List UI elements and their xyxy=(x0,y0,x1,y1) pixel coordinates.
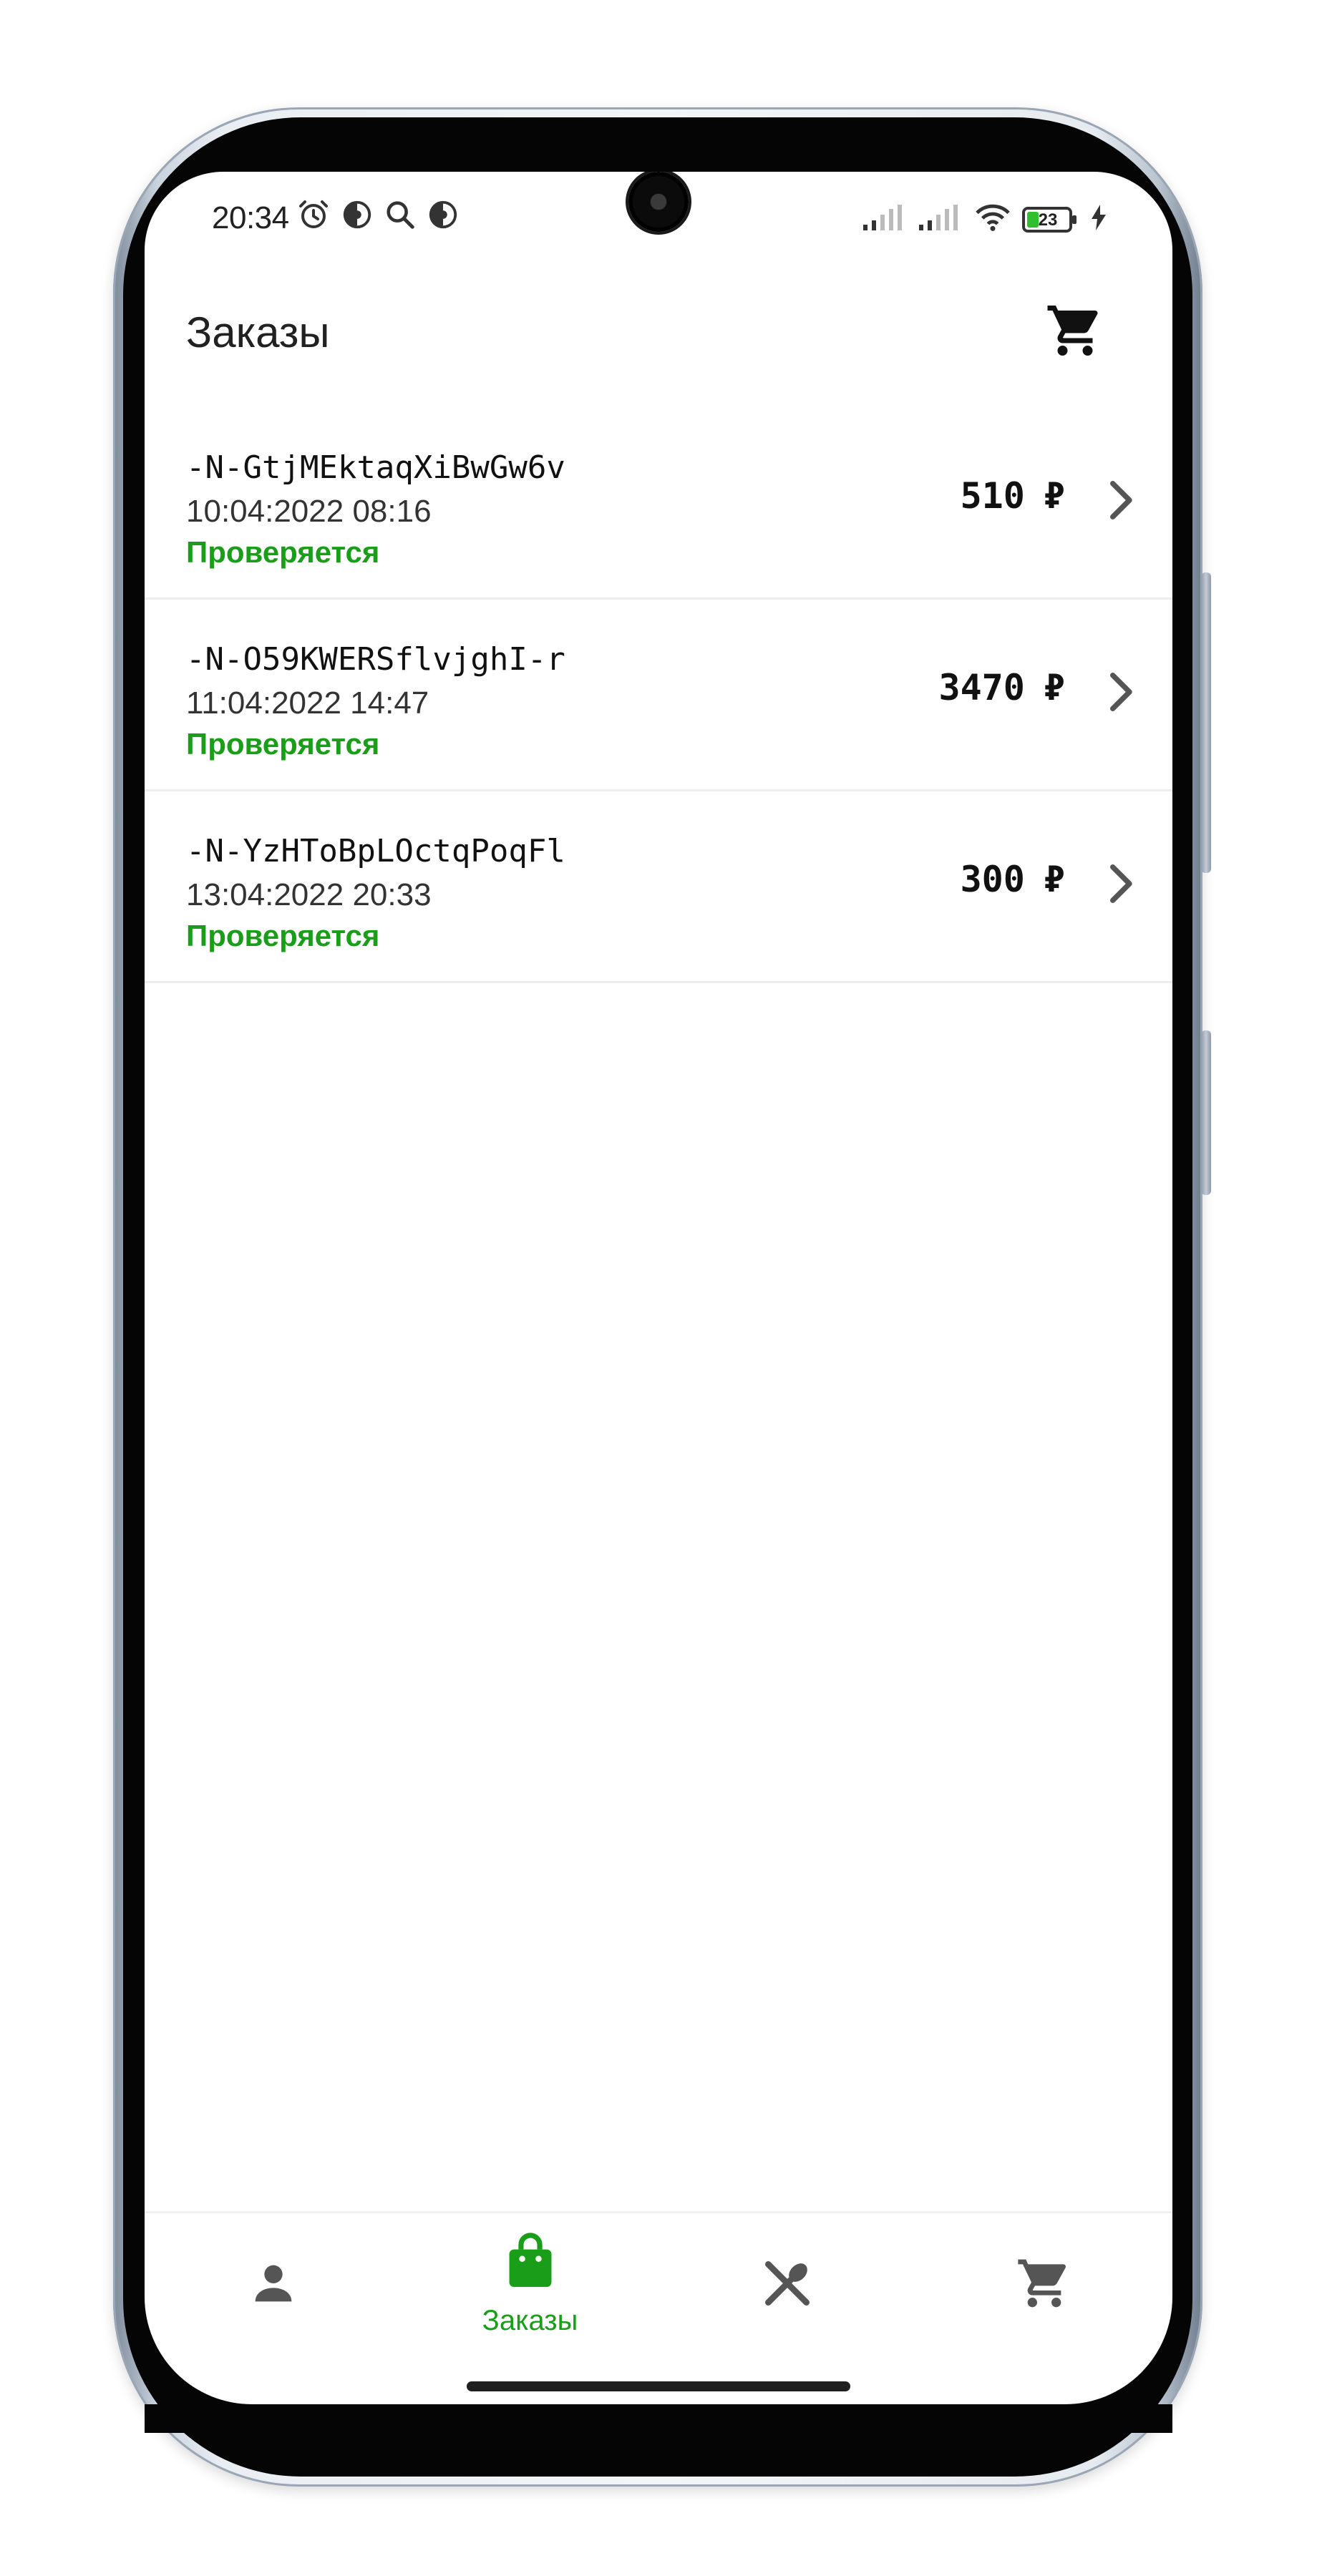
alarm-icon xyxy=(296,197,331,235)
search-icon xyxy=(384,198,417,235)
order-date: 10:04:2022 08:16 xyxy=(186,494,432,529)
status-icons-right: 23 xyxy=(862,202,1108,237)
currency-symbol: ₽ xyxy=(1043,667,1065,708)
cart-icon xyxy=(1045,301,1105,364)
person-icon xyxy=(246,2256,301,2314)
order-status: Проверяется xyxy=(186,727,380,761)
cart-button[interactable] xyxy=(1041,298,1109,366)
volume-button xyxy=(1201,572,1211,873)
shopping-bag-icon xyxy=(505,2233,556,2293)
app-notification-icon xyxy=(427,198,460,235)
nav-item-cart[interactable] xyxy=(915,2213,1172,2356)
front-camera xyxy=(628,172,689,232)
battery-icon: 23 xyxy=(1022,205,1079,234)
nav-item-orders[interactable]: Заказы xyxy=(402,2213,658,2356)
bottom-navigation: Заказы xyxy=(145,2211,1172,2383)
charging-icon xyxy=(1089,203,1108,235)
status-icons-left xyxy=(296,197,460,235)
chevron-right-icon[interactable] xyxy=(1102,667,1142,717)
utensils-icon xyxy=(759,2255,816,2316)
phone-bottom-bezel xyxy=(145,2404,1172,2433)
nav-item-menu[interactable] xyxy=(658,2213,915,2356)
order-price: 300 ₽ xyxy=(961,859,1065,900)
status-bar: 20:34 23 xyxy=(145,172,1172,265)
currency-symbol: ₽ xyxy=(1043,859,1065,900)
order-date: 13:04:2022 20:33 xyxy=(186,877,432,912)
signal-icon xyxy=(918,203,963,235)
status-time: 20:34 xyxy=(212,200,289,235)
battery-level: 23 xyxy=(1038,210,1058,230)
order-date: 11:04:2022 14:47 xyxy=(186,686,429,721)
app-screen: 20:34 23 Заказы -N-GtjMEktaqXiBwGw6v 10:… xyxy=(145,172,1172,2404)
currency-symbol: ₽ xyxy=(1043,475,1065,517)
wifi-icon xyxy=(973,202,1012,237)
order-status: Проверяется xyxy=(186,535,380,569)
app-notification-icon xyxy=(341,198,374,235)
chevron-right-icon[interactable] xyxy=(1102,475,1142,525)
home-indicator[interactable] xyxy=(467,2381,850,2391)
order-row[interactable]: -N-GtjMEktaqXiBwGw6v 10:04:2022 08:16 Пр… xyxy=(145,408,1172,600)
order-price-value: 300 xyxy=(960,859,1025,900)
order-status: Проверяется xyxy=(186,919,380,952)
order-price-value: 3470 xyxy=(938,667,1025,708)
orders-list: -N-GtjMEktaqXiBwGw6v 10:04:2022 08:16 Пр… xyxy=(145,408,1172,983)
chevron-right-icon[interactable] xyxy=(1102,859,1142,909)
order-price: 3470 ₽ xyxy=(938,667,1065,708)
order-row[interactable]: -N-YzHToBpLOctqPoqFl 13:04:2022 20:33 Пр… xyxy=(145,791,1172,983)
nav-item-profile[interactable] xyxy=(145,2213,402,2356)
order-id: -N-GtjMEktaqXiBwGw6v xyxy=(186,449,565,486)
app-bar: Заказы xyxy=(145,279,1172,386)
page-title: Заказы xyxy=(186,308,330,356)
signal-icon xyxy=(862,203,908,235)
order-id: -N-O59KWERSflvjghI-r xyxy=(186,641,565,678)
nav-label-orders: Заказы xyxy=(482,2305,578,2336)
order-id: -N-YzHToBpLOctqPoqFl xyxy=(186,833,565,869)
order-row[interactable]: -N-O59KWERSflvjghI-r 11:04:2022 14:47 Пр… xyxy=(145,600,1172,791)
order-price: 510 ₽ xyxy=(961,475,1065,517)
cart-icon xyxy=(1016,2255,1073,2316)
power-button xyxy=(1201,1030,1211,1195)
order-price-value: 510 xyxy=(960,475,1025,517)
